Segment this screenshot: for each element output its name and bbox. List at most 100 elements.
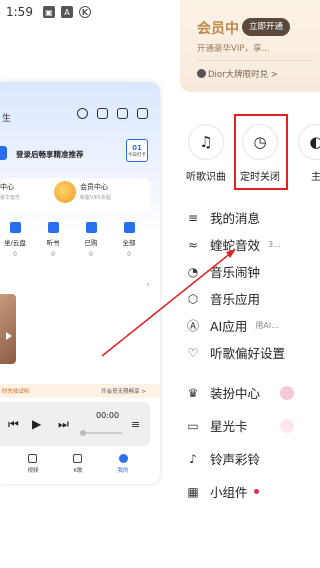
menu-item-dress-up[interactable]: ♛ 装扮中心 (186, 376, 320, 409)
menu-item-star-card[interactable]: ▭ 星光卡 (186, 409, 320, 442)
quick-theme[interactable]: ◐ 主 (290, 112, 320, 183)
promo-right: 开会员无限畅享 > (101, 389, 146, 395)
main-app-preview[interactable]: 生 登录后畅享精准推荐 01 今日打卡 中心 豪华音乐 会员中心 新客VIP1折… (0, 82, 160, 484)
mini-player: ⏮ ▶ ⏭ 00:00 ≡ (0, 402, 150, 446)
grid-cell: 全部 0 (114, 222, 144, 258)
grid-count: 0 (89, 251, 93, 258)
scan-icon (137, 108, 148, 119)
preference-icon: ♡ (187, 345, 199, 360)
preview-header-icons (77, 108, 148, 119)
character-badge-icon (280, 418, 294, 433)
progress-knob (80, 430, 86, 436)
quick-label: 听歌识曲 (186, 172, 226, 183)
menu-item-ai-apps[interactable]: Ⓐ AI应用 用AI... (186, 312, 320, 339)
card-left-sub: 豪华音乐 (0, 195, 21, 201)
vip-open-button[interactable]: 立即开通 (242, 18, 291, 36)
next-icon: ⏭ (58, 417, 69, 431)
playlist-icon: ≡ (131, 418, 141, 431)
play-icon: ▶ (32, 417, 42, 431)
widget-icon: ▦ (187, 484, 199, 499)
theme-icon: ◐ (298, 124, 320, 160)
grid-cell: 听书 0 (38, 222, 68, 258)
nav-mine-label: 我的 (117, 468, 129, 474)
card-left-title: 中心 (0, 183, 14, 191)
login-prompt: 登录后畅享精准推荐 (16, 150, 84, 159)
ksong-icon (73, 454, 83, 463)
menu-item-widgets[interactable]: ▦ 小组件 (186, 475, 320, 508)
preview-grid: 坐/云盘 0 听书 0 已购 0 全部 0 (0, 222, 150, 258)
grid-label: 全部 (122, 239, 136, 247)
grid-count: 0 (13, 251, 17, 258)
preview-bottom-nav: 视频 K歌 我的 (0, 452, 160, 482)
grid-label: 已购 (84, 239, 98, 247)
menu-item-preferences[interactable]: ♡ 听歌偏好设置 (186, 339, 320, 366)
card-right-title: 会员中心 (80, 183, 108, 191)
dior-link-label: Dior大牌限时兑 > (208, 70, 278, 80)
bell-icon: ♪ (189, 451, 197, 466)
purchased-icon (85, 222, 97, 233)
nav-video-label: 视频 (27, 468, 39, 474)
grid-cell: 已购 0 (76, 222, 106, 258)
menu-label: AI应用 (210, 319, 248, 334)
card-right: 会员中心 新客VIP1折起 (80, 182, 111, 201)
menu-label: 小组件 (210, 485, 248, 500)
calendar-checkin-icon: 01 今日打卡 (126, 139, 148, 162)
calendar-label: 今日打卡 (128, 153, 146, 158)
emoji-badge-icon (280, 385, 294, 400)
menu-item-music-apps[interactable]: ⬡ 音乐应用 (186, 285, 320, 312)
book-icon (47, 222, 59, 233)
quick-music-recognition[interactable]: ♫ 听歌识曲 (180, 112, 232, 183)
alarm-icon: ◔ (187, 264, 199, 279)
progress-bar (80, 430, 122, 436)
dior-logo-icon (197, 69, 206, 78)
drawer-menu: ≡ 我的消息 ≈ 蝰蛇音效 3... ◔ 音乐闹钟 ⬡ 音乐应用 Ⓐ AI应用 … (186, 204, 320, 508)
chevron-right-icon: › (146, 280, 150, 290)
message-icon: ≡ (187, 210, 199, 225)
menu-item-sound-effect[interactable]: ≈ 蝰蛇音效 3... (186, 231, 320, 258)
vip-card[interactable]: 会员中 立即开通 开通豪华VIP，享... Dior大牌限时兑 > (180, 0, 320, 92)
menu-sub: 3... (268, 240, 281, 249)
quick-label: 主 (311, 172, 320, 183)
promo-bar: 时先收试听 开会员无限畅享 > (0, 384, 160, 398)
menu-label: 听歌偏好设置 (210, 346, 286, 361)
preview-header-text: 生 (2, 114, 12, 124)
k-circle-icon: K (78, 6, 91, 18)
menu-sub: 用AI... (255, 321, 279, 330)
cloud-icon (9, 222, 21, 233)
vip-divider (197, 60, 313, 61)
music-note-icon (123, 222, 135, 233)
previous-icon: ⏮ (8, 417, 19, 431)
vip-subtitle: 开通豪华VIP，享... (197, 44, 270, 54)
video-icon (28, 454, 38, 463)
calendar-day: 01 (132, 144, 142, 152)
user-icon (118, 454, 128, 463)
menu-label: 蝰蛇音效 (210, 238, 261, 253)
grid-count: 0 (127, 251, 131, 258)
preview-cards: 中心 豪华音乐 会员中心 新客VIP1折起 (0, 178, 150, 212)
menu-label: 我的消息 (210, 211, 261, 226)
sound-effect-icon: ≈ (187, 237, 199, 252)
menu-item-ringtone[interactable]: ♪ 铃声彩铃 (186, 442, 320, 475)
menu-label: 音乐闹钟 (210, 265, 261, 280)
status-time: 1:59 (6, 5, 33, 19)
menu-separator (186, 366, 320, 376)
player-time: 00:00 (96, 411, 120, 420)
login-avatar (0, 146, 7, 160)
nav-mine: 我的 (118, 452, 129, 482)
grid-cell: 坐/云盘 0 (0, 222, 30, 258)
highlight-box (234, 114, 288, 190)
menu-item-alarm[interactable]: ◔ 音乐闹钟 (186, 258, 320, 285)
vip-title: 会员中 (197, 21, 239, 37)
menu-item-messages[interactable]: ≡ 我的消息 (186, 204, 320, 231)
image-icon: ▣ (42, 6, 55, 18)
card-right-sub: 新客VIP1折起 (80, 195, 112, 201)
vip-gift-icon (54, 181, 76, 203)
menu-label: 装扮中心 (210, 386, 261, 401)
dior-link[interactable]: Dior大牌限时兑 > (197, 68, 278, 80)
grid-label: 坐/云盘 (4, 239, 26, 247)
grid-label: 听书 (46, 239, 60, 247)
menu-label: 星光卡 (210, 419, 248, 434)
menu-label: 音乐应用 (210, 292, 261, 307)
promo-left: 时先收试听 (2, 389, 30, 395)
dress-up-icon: ♛ (187, 385, 199, 400)
